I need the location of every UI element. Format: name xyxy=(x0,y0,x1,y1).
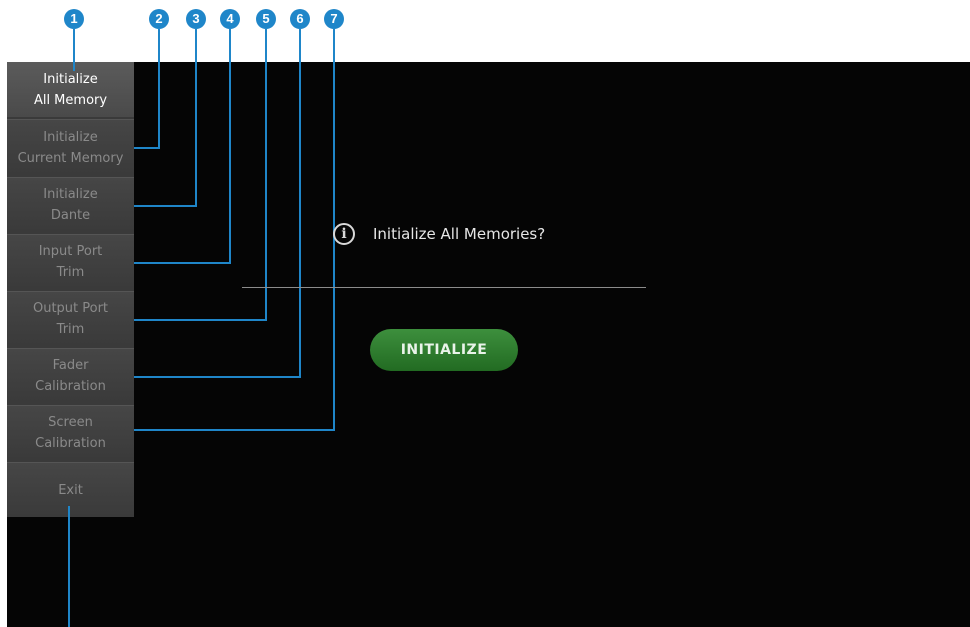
menu-label-line1: Screen xyxy=(48,415,93,430)
menu-initialize-all-memory[interactable]: Initialize All Memory xyxy=(7,62,134,117)
menu-initialize-dante[interactable]: Initialize Dante xyxy=(7,177,134,232)
menu-label-line2: Current Memory xyxy=(17,150,124,166)
callout-2: 2 xyxy=(149,9,169,29)
menu-label-line2: Calibration xyxy=(35,436,106,451)
menu-fader-calibration[interactable]: Fader Calibration xyxy=(7,348,134,403)
callout-line-5h xyxy=(134,319,267,321)
exit-label: Exit xyxy=(58,482,83,498)
menu-label-line1: Initialize xyxy=(43,129,98,145)
exit-button[interactable]: Exit xyxy=(7,462,134,517)
menu-label-line2: Dante xyxy=(50,208,91,223)
callout-line-exit xyxy=(68,506,70,627)
menu-label-line1: Initialize xyxy=(43,71,98,87)
menu-label-line2: Trim xyxy=(56,265,85,280)
callout-line-3 xyxy=(195,29,197,207)
divider xyxy=(242,287,646,288)
menu-label-line2: Trim xyxy=(56,322,85,337)
menu-label-line1: Fader xyxy=(52,358,89,373)
callout-line-6 xyxy=(299,29,301,378)
menu-input-port-trim[interactable]: Input Port Trim xyxy=(7,234,134,289)
callout-line-6h xyxy=(134,376,301,378)
callout-4: 4 xyxy=(220,9,240,29)
callout-line-4 xyxy=(229,29,231,264)
menu-label-line1: Output Port xyxy=(32,301,109,316)
callout-line-5 xyxy=(265,29,267,321)
menu-initialize-current-memory[interactable]: Initialize Current Memory xyxy=(7,119,134,175)
callout-line-2 xyxy=(158,29,160,149)
callout-3: 3 xyxy=(186,9,206,29)
initialize-button[interactable]: INITIALIZE xyxy=(370,329,518,371)
callout-5: 5 xyxy=(256,9,276,29)
callout-line-3h xyxy=(134,205,197,207)
menu-label-line2: Calibration xyxy=(35,379,106,394)
menu-label-line1: Initialize xyxy=(43,187,98,202)
menu-label-line1: Input Port xyxy=(38,244,103,259)
callout-line-1 xyxy=(73,29,75,71)
callout-1: 1 xyxy=(64,9,84,29)
callout-7: 7 xyxy=(324,9,344,29)
menu-label-line2: All Memory xyxy=(33,92,108,108)
callout-line-2h xyxy=(134,147,160,149)
callout-line-7h xyxy=(134,429,335,431)
dialog-message: Initialize All Memories? xyxy=(373,225,546,243)
callout-6: 6 xyxy=(290,9,310,29)
callout-line-4h xyxy=(134,262,231,264)
menu-screen-calibration[interactable]: Screen Calibration xyxy=(7,405,134,460)
info-icon: i xyxy=(333,223,355,245)
menu-output-port-trim[interactable]: Output Port Trim xyxy=(7,291,134,346)
